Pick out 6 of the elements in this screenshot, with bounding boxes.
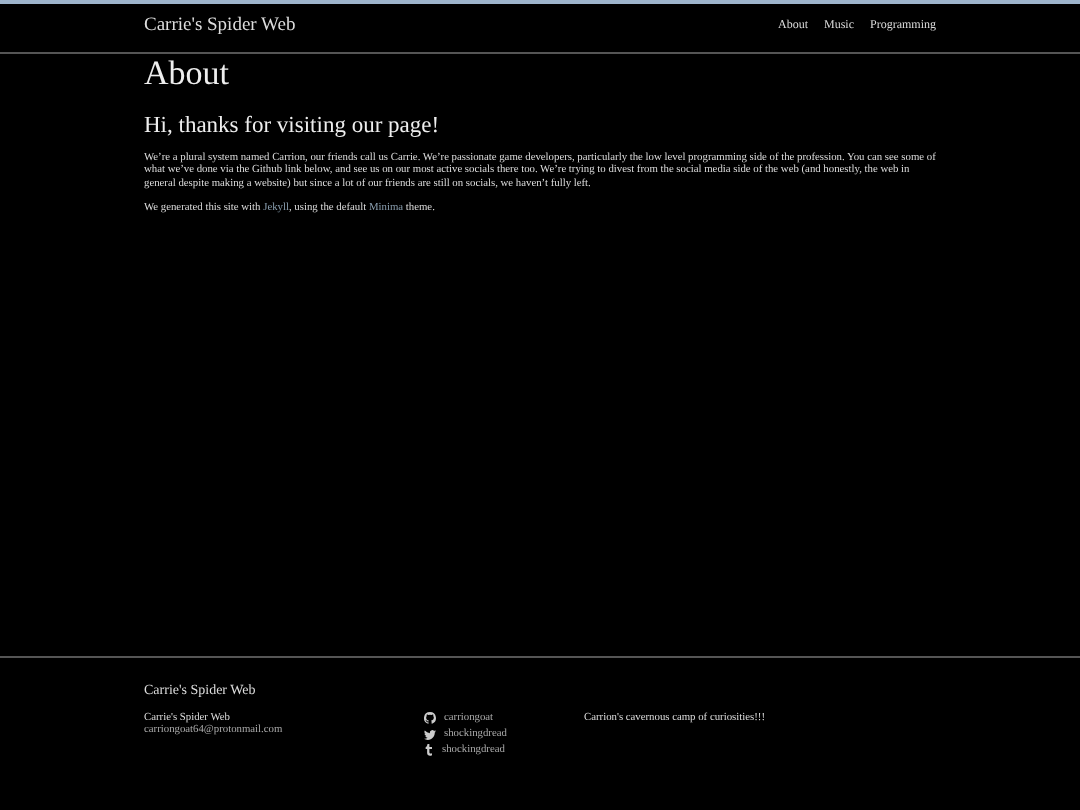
section-heading: Hi, thanks for visiting our page! [144, 114, 442, 138]
github-icon[interactable] [424, 712, 436, 724]
site-title-link[interactable]: Carrie's Spider Web [144, 16, 296, 36]
bird-icon[interactable] [424, 729, 436, 739]
tumblr-icon[interactable] [424, 744, 434, 756]
page-title: About [144, 54, 231, 94]
